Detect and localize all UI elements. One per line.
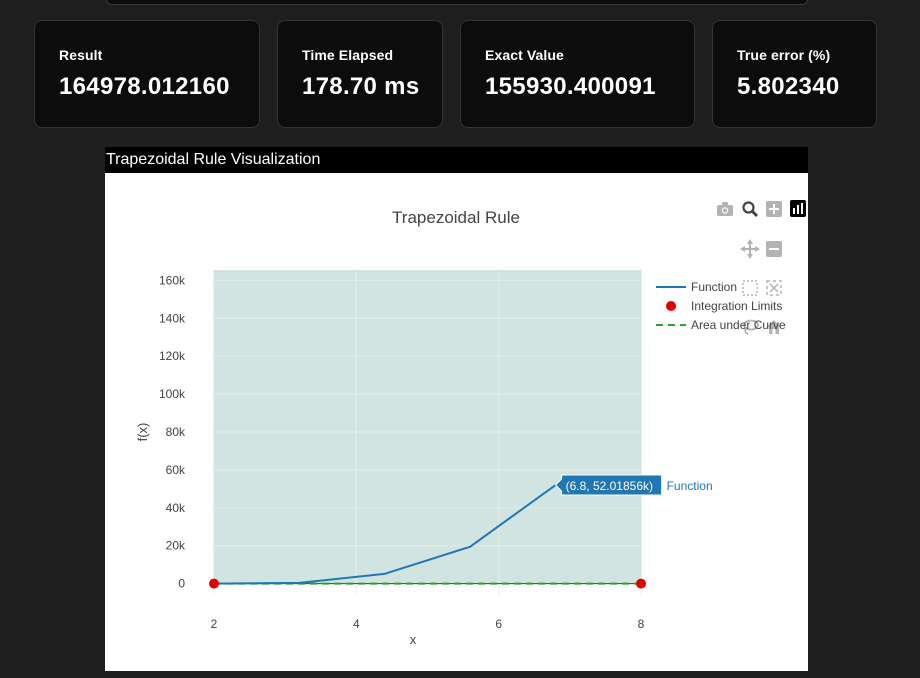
x-tick-label: 2 — [211, 617, 218, 631]
box-select-icon[interactable] — [742, 280, 758, 296]
x-axis-label: x — [410, 632, 417, 647]
y-tick-label: 100k — [159, 387, 186, 401]
chart-title: Trapezoidal Rule — [392, 208, 520, 227]
zoom-in-icon[interactable] — [766, 201, 782, 217]
legend-label: Integration Limits — [691, 299, 782, 313]
y-tick-label: 140k — [159, 311, 186, 325]
trapezoidal-chart[interactable]: Trapezoidal Rule 0 20k 40k 60k 80k 100k 120k 14… — [105, 173, 808, 673]
metric-label: Time Elapsed — [302, 47, 394, 63]
plotly-logo-icon[interactable] — [790, 200, 806, 217]
y-tick-label: 40k — [166, 501, 186, 515]
metric-card-true-error: True error (%) 5.802340 — [712, 20, 877, 128]
metric-value: 178.70 ms — [302, 73, 420, 100]
autoscale-icon[interactable] — [766, 280, 782, 296]
legend-label: Area under Curve — [691, 318, 786, 332]
y-axis-label: f(x) — [135, 423, 150, 442]
y-tick-label: 0 — [178, 577, 185, 591]
hover-series-name: Function — [667, 479, 713, 493]
zoom-icon[interactable] — [742, 201, 759, 218]
metric-label: True error (%) — [737, 47, 831, 63]
metric-card-exact-value: Exact Value 155930.400091 — [460, 20, 695, 128]
metric-card-result: Result 164978.012160 — [34, 20, 260, 128]
panel-title: Trapezoidal Rule Visualization — [105, 147, 808, 173]
metric-value: 164978.012160 — [59, 73, 230, 100]
hover-tooltip-text: (6.8, 52.01856k) — [566, 479, 653, 493]
metric-card-time-elapsed: Time Elapsed 178.70 ms — [277, 20, 443, 128]
y-tick-label: 120k — [159, 349, 186, 363]
legend-marker-icon — [666, 301, 676, 311]
metric-label: Exact Value — [485, 47, 564, 63]
x-tick-label: 8 — [638, 617, 645, 631]
visualization-panel: Trapezoidal Rule Visualization Trapezoid… — [105, 147, 808, 671]
integration-limit-marker[interactable] — [209, 578, 219, 589]
y-tick-label: 160k — [159, 273, 186, 287]
top-container-edge — [106, 0, 808, 5]
legend-item-function[interactable]: Function — [656, 280, 737, 294]
pan-icon[interactable] — [740, 239, 760, 259]
legend-label: Function — [691, 280, 737, 294]
camera-icon[interactable] — [717, 202, 733, 216]
x-tick-label: 6 — [495, 617, 502, 631]
zoom-out-icon[interactable] — [766, 241, 782, 257]
x-tick-label: 4 — [353, 617, 360, 631]
y-tick-label: 60k — [166, 463, 186, 477]
y-tick-label: 20k — [166, 539, 186, 553]
metric-value: 155930.400091 — [485, 73, 656, 100]
integration-limit-marker[interactable] — [636, 578, 646, 589]
metric-value: 5.802340 — [737, 73, 840, 100]
legend-item-integration-limits[interactable]: Integration Limits — [666, 299, 782, 313]
metric-label: Result — [59, 47, 103, 63]
modebar — [717, 200, 806, 335]
y-tick-label: 80k — [166, 425, 186, 439]
legend-item-area-under-curve[interactable]: Area under Curve — [656, 318, 786, 332]
